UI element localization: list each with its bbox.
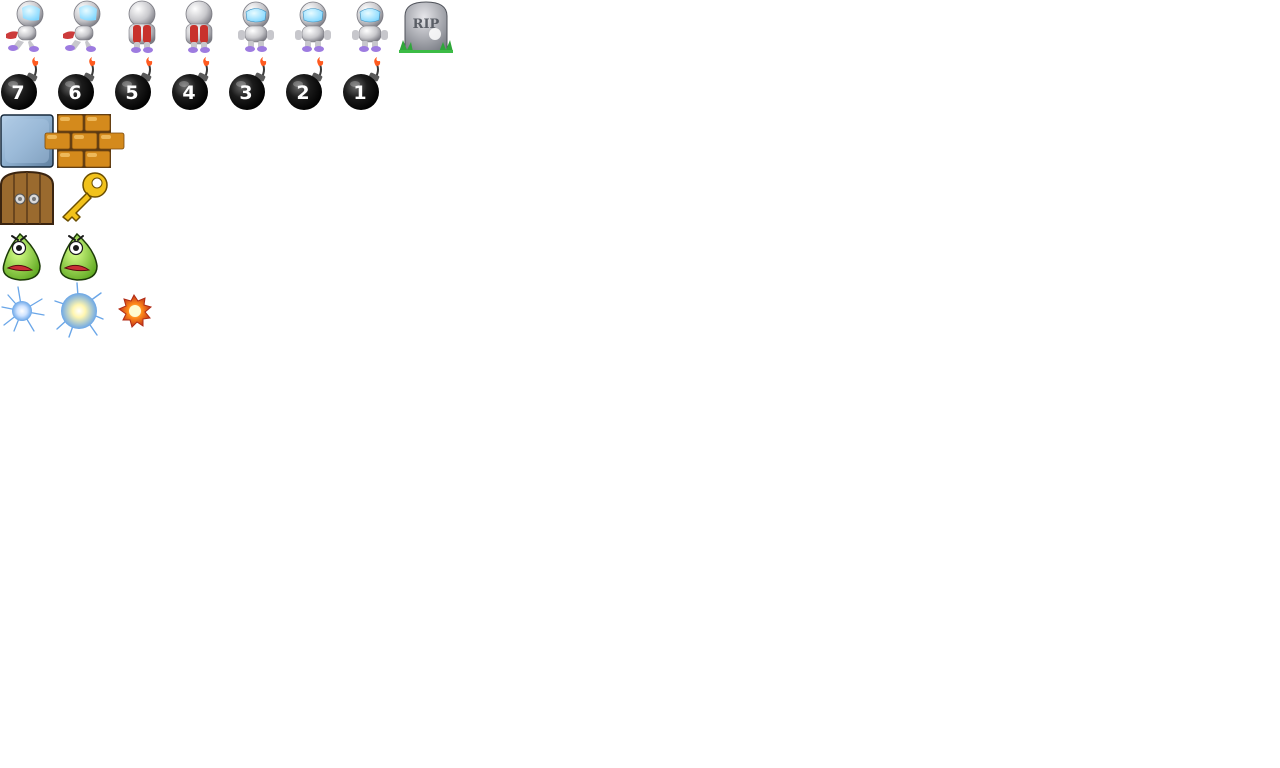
brick-wall-icon — [44, 114, 125, 170]
tombstone-icon: RIP — [399, 0, 455, 56]
player-walk-left-1-icon — [0, 0, 56, 56]
sprite-sheet: RIP 7 6 5 4 3 2 1 — [0, 0, 1280, 768]
player-back-2-icon — [171, 0, 227, 56]
player-walk-left-2-icon — [57, 0, 113, 56]
player-front-3-icon — [342, 0, 398, 56]
wooden-door-icon — [0, 170, 56, 227]
player-front-1-icon — [228, 0, 284, 56]
bomb-2-icon: 2 — [285, 57, 341, 113]
blue-spark-large-icon — [54, 282, 113, 341]
bomb-number-label: 3 — [239, 82, 252, 104]
bomb-1-icon: 1 — [342, 57, 398, 113]
bomb-number-label: 2 — [296, 82, 309, 104]
bomb-number-label: 5 — [125, 82, 138, 104]
bomb-6-icon: 6 — [57, 57, 113, 113]
blue-spark-small-icon — [0, 285, 56, 341]
bomb-3-icon: 3 — [228, 57, 284, 113]
player-front-2-icon — [285, 0, 341, 56]
bomb-4-icon: 4 — [171, 57, 227, 113]
green-monster-2-icon — [57, 228, 113, 284]
player-back-1-icon — [114, 0, 170, 56]
fire-explosion-icon — [114, 285, 170, 341]
bomb-5-icon: 5 — [114, 57, 170, 113]
bomb-number-label: 4 — [182, 82, 195, 104]
green-monster-1-icon — [0, 228, 56, 284]
bomb-number-label: 1 — [353, 82, 366, 104]
bomb-number-label: 6 — [68, 82, 81, 104]
bomb-7-icon: 7 — [0, 57, 56, 113]
gold-key-icon — [57, 171, 113, 227]
bomb-number-label: 7 — [11, 82, 24, 104]
